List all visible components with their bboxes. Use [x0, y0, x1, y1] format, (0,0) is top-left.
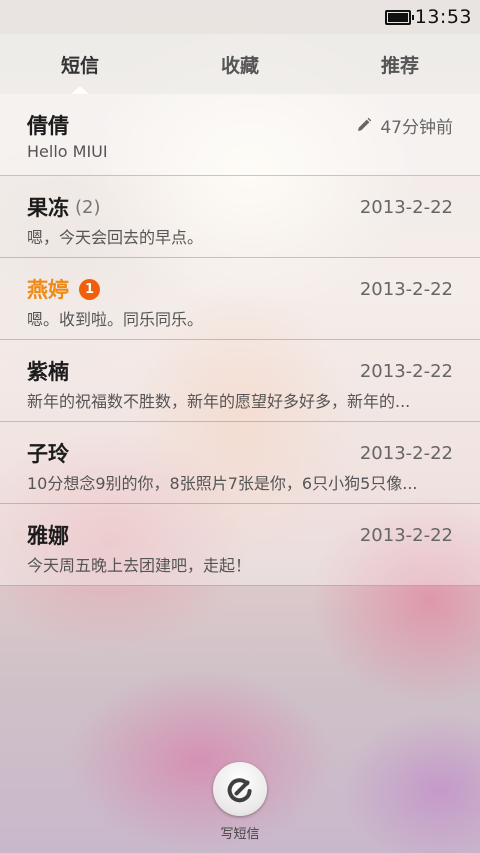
tab-label: 收藏: [220, 54, 259, 77]
contact-name: 子玲: [27, 442, 69, 466]
conversation-date: 2013-2-22: [359, 278, 453, 300]
contact-name: 雅娜: [27, 524, 69, 548]
pencil-icon: [356, 117, 372, 133]
tab-label: 短信: [60, 54, 99, 77]
status-time: 13:53: [414, 6, 472, 28]
compose-icon: [225, 774, 255, 804]
conversation-date: 2013-2-22: [359, 360, 453, 382]
status-bar: 13:53: [0, 0, 480, 34]
contact-name: 燕婷: [27, 278, 69, 302]
conversation-list: 倩倩 47分钟前 Hello MIUI 果冻 (2) 2013-2-22 嗯，今…: [0, 94, 480, 586]
compose-label: 写短信: [220, 827, 260, 842]
tab-label: 推荐: [380, 54, 419, 77]
tab-bar: 短信 收藏 推荐: [0, 34, 480, 94]
conversation-date: 2013-2-22: [359, 196, 453, 218]
conversation-row[interactable]: 倩倩 47分钟前 Hello MIUI: [0, 94, 480, 176]
tab-messages[interactable]: 短信: [0, 34, 160, 94]
contact-name: 倩倩: [27, 114, 69, 138]
conversation-date: 2013-2-22: [359, 442, 453, 464]
message-preview: 今天周五晚上去团建吧，走起！: [27, 556, 252, 575]
message-preview: 新年的祝福数不胜数，新年的愿望好多好多，新年的...: [27, 392, 411, 411]
contact-name: 果冻: [27, 196, 69, 220]
message-count: (2): [75, 196, 101, 218]
message-preview: 嗯。收到啦。同乐同乐。: [27, 310, 204, 329]
conversation-row[interactable]: 燕婷 1 2013-2-22 嗯。收到啦。同乐同乐。: [0, 258, 480, 340]
tab-recommended[interactable]: 推荐: [320, 34, 480, 94]
conversation-row[interactable]: 紫楠 2013-2-22 新年的祝福数不胜数，新年的愿望好多好多，新年的...: [0, 340, 480, 422]
unread-badge: 1: [79, 278, 100, 300]
conversation-row[interactable]: 雅娜 2013-2-22 今天周五晚上去团建吧，走起！: [0, 504, 480, 586]
compose-button[interactable]: [213, 762, 267, 816]
message-preview: 10分想念9别的你，8张照片7张是你，6只小狗5只像...: [27, 474, 418, 493]
conversation-row[interactable]: 子玲 2013-2-22 10分想念9别的你，8张照片7张是你，6只小狗5只像.…: [0, 422, 480, 504]
tab-favorites[interactable]: 收藏: [160, 34, 320, 94]
active-tab-indicator: [71, 86, 89, 94]
conversation-row[interactable]: 果冻 (2) 2013-2-22 嗯，今天会回去的早点。: [0, 176, 480, 258]
message-preview: Hello MIUI: [27, 142, 108, 161]
message-preview: 嗯，今天会回去的早点。: [27, 228, 204, 247]
battery-icon: [384, 9, 414, 25]
conversation-date: 2013-2-22: [359, 524, 453, 546]
contact-name: 紫楠: [27, 360, 69, 384]
compose-area: 写短信: [0, 762, 480, 842]
conversation-time: 47分钟前: [380, 117, 453, 138]
